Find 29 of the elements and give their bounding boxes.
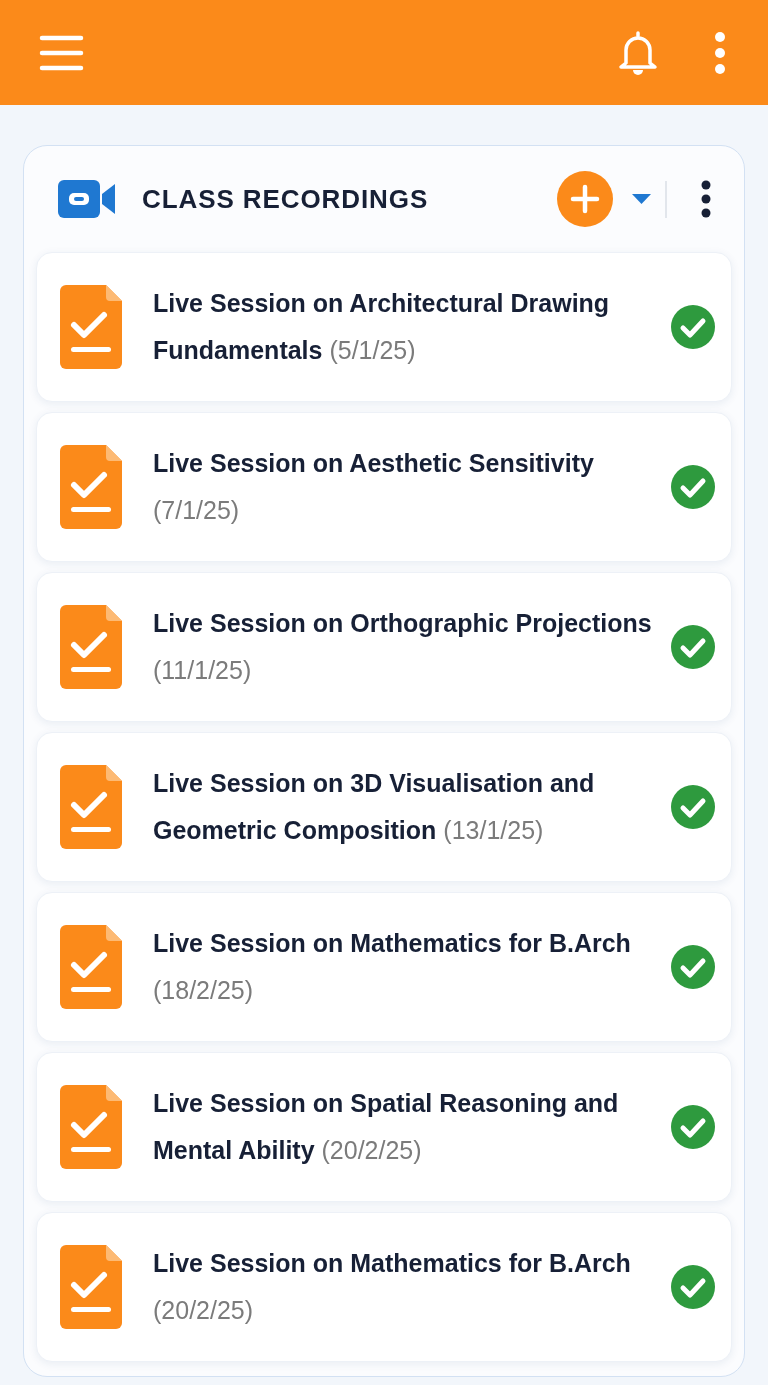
session-title: Live Session on Aesthetic Sensitivity (7/1/25) bbox=[153, 448, 595, 526]
document-check-icon bbox=[60, 285, 122, 369]
video-camera-icon bbox=[58, 180, 115, 218]
recording-item[interactable]: Live Session on Spatial Reasoning and Mental Ability (20/2/25) bbox=[36, 1052, 732, 1202]
document-check-icon bbox=[60, 765, 122, 849]
document-check-icon bbox=[60, 1245, 122, 1329]
session-title: Live Session on Orthographic Projections (11/1/25) bbox=[153, 608, 653, 686]
notifications-icon[interactable] bbox=[618, 29, 658, 76]
recording-item[interactable]: Live Session on Architectural Drawing Fundamentals (5/1/25) bbox=[36, 252, 732, 402]
document-check-icon bbox=[60, 925, 122, 1009]
panel-title: CLASS RECORDINGS bbox=[142, 182, 429, 216]
document-check-icon bbox=[60, 605, 122, 689]
plus-icon bbox=[570, 184, 600, 214]
menu-icon[interactable] bbox=[39, 34, 84, 71]
recording-item[interactable]: Live Session on Aesthetic Sensitivity (7/1/25) bbox=[36, 412, 732, 562]
recording-item[interactable]: Live Session on Mathematics for B.Arch (18/2/25) bbox=[36, 892, 732, 1042]
recording-item[interactable]: Live Session on 3D Visualisation and Geometric Composition (13/1/25) bbox=[36, 732, 732, 882]
recording-item[interactable]: Live Session on Orthographic Projections (11/1/25) bbox=[36, 572, 732, 722]
session-title: Live Session on Spatial Reasoning and Mental Ability (20/2/25) bbox=[153, 1088, 620, 1166]
recording-item[interactable]: Live Session on Mathematics for B.Arch (20/2/25) bbox=[36, 1212, 732, 1362]
more-icon[interactable] bbox=[701, 180, 711, 218]
caret-icon[interactable] bbox=[632, 194, 651, 204]
session-title: Live Session on Mathematics for B.Arch (18/2/25) bbox=[153, 928, 632, 1006]
session-title: Live Session on Architectural Drawing Fundamentals (5/1/25) bbox=[153, 288, 611, 366]
document-check-icon bbox=[60, 445, 122, 529]
document-check-icon bbox=[60, 1085, 122, 1169]
session-title: Live Session on Mathematics for B.Arch (20/2/25) bbox=[153, 1248, 632, 1326]
session-title: Live Session on 3D Visualisation and Geometric Composition (13/1/25) bbox=[153, 768, 596, 846]
add-button[interactable] bbox=[557, 171, 613, 227]
